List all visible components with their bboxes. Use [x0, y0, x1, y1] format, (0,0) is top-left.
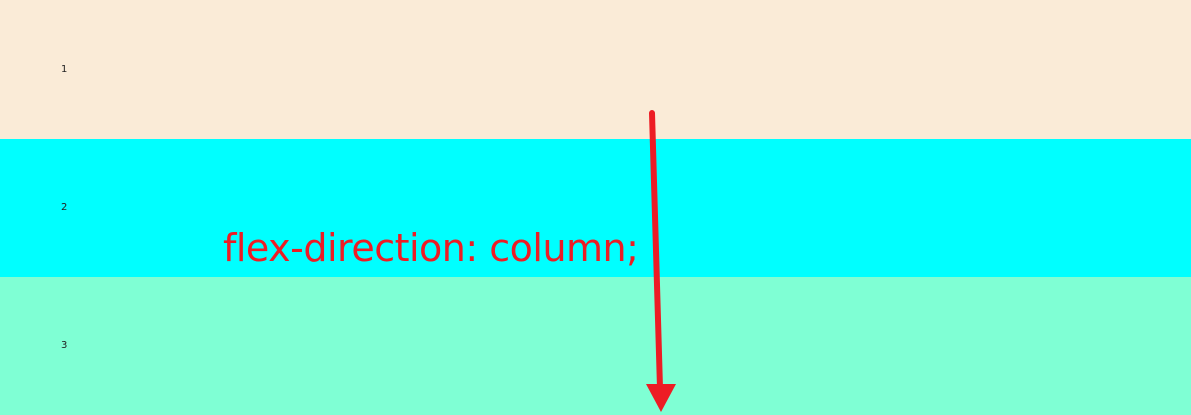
flex-item-label: 1	[61, 63, 68, 75]
flex-item-label: 2	[61, 202, 68, 213]
flex-container: 1 2 3 flex-direction: column;	[0, 0, 1191, 415]
flex-item-3: 3	[0, 277, 1191, 415]
annotation-label: flex-direction: column;	[223, 226, 639, 270]
flex-item-1: 1	[0, 0, 1191, 139]
flex-item-label: 3	[61, 340, 68, 351]
